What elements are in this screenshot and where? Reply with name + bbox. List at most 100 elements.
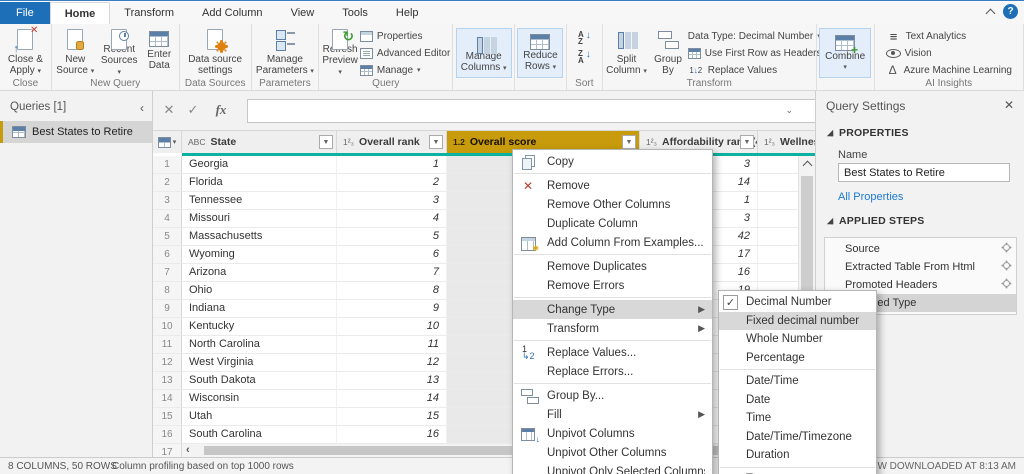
row-number-cell[interactable]: 1 [153,156,182,174]
state-cell[interactable]: West Virginia [182,354,337,372]
state-cell[interactable]: Arizona [182,264,337,282]
context-menu-item[interactable]: Transform ▶ [513,319,712,338]
context-menu-item[interactable]: Remove Duplicates ▶ [513,257,712,276]
row-number-cell[interactable]: 3 [153,192,182,210]
row-number-cell[interactable]: 7 [153,264,182,282]
type-option[interactable]: ✓ Duration [719,446,876,465]
scroll-left-icon[interactable]: ‹ [186,444,190,457]
advanced-editor-button[interactable]: Advanced Editor [360,46,450,60]
data-type-button[interactable]: Data Type: Decimal Number ▾ [688,29,814,43]
vision-button[interactable]: Vision [886,46,1012,60]
state-cell[interactable]: Tennessee [182,192,337,210]
status-profiling[interactable]: Column profiling based on top 1000 rows [112,461,294,472]
type-option[interactable]: ✓ Date/Time [719,372,876,391]
row-number-cell[interactable]: 5 [153,228,182,246]
cancel-formula-button[interactable]: ✕ [159,102,179,118]
type-option[interactable]: ✓ Text [719,470,876,474]
context-menu-item[interactable]: Group By... ▶ [513,386,712,405]
group-by-button[interactable]: Group By [649,26,687,78]
filter-dropdown-icon[interactable]: ▼ [429,135,443,149]
row-number-cell[interactable]: 17 [153,444,182,457]
row-number-cell[interactable]: 10 [153,318,182,336]
applied-step[interactable]: Extracted Table From Html [825,258,1016,276]
row-number-cell[interactable]: 6 [153,246,182,264]
row-number-cell[interactable]: 2 [153,174,182,192]
filter-dropdown-icon[interactable]: ▼ [622,135,636,149]
properties-button[interactable]: Properties [360,29,450,43]
manage-parameters-button[interactable]: Manage Parameters ▾ [255,26,315,78]
column-header-state[interactable]: ABCState ▼ [182,131,337,153]
overall-rank-cell[interactable]: 15 [337,408,447,426]
refresh-preview-button[interactable]: Refresh Preview ▾ [321,26,359,78]
tab-view[interactable]: View [277,2,329,24]
overall-rank-cell[interactable]: 6 [337,246,447,264]
row-number-cell[interactable]: 16 [153,426,182,444]
overall-rank-cell[interactable]: 10 [337,318,447,336]
row-number-cell[interactable]: 15 [153,408,182,426]
state-cell[interactable]: North Carolina [182,336,337,354]
row-number-cell[interactable]: 12 [153,354,182,372]
state-cell[interactable]: South Carolina [182,426,337,444]
tab-add-column[interactable]: Add Column [188,2,277,24]
type-option[interactable]: ✓ Whole Number [719,330,876,349]
overall-rank-cell[interactable]: 7 [337,264,447,282]
context-menu-item[interactable]: Remove ▶ [513,176,712,195]
state-cell[interactable]: Wyoming [182,246,337,264]
properties-section-header[interactable]: PROPERTIES [826,127,909,139]
azure-ml-button[interactable]: ΔAzure Machine Learning [886,63,1012,77]
use-first-row-as-headers-button[interactable]: Use First Row as Headers ▾ [688,46,814,60]
manage-columns-button[interactable]: Manage Columns ▾ [456,28,512,78]
state-cell[interactable]: Kentucky [182,318,337,336]
query-item-best-states-to-retire[interactable]: Best States to Retire [0,121,152,143]
row-number-cell[interactable]: 8 [153,282,182,300]
context-menu-item[interactable]: Replace Errors... ▶ [513,362,712,381]
state-cell[interactable]: South Dakota [182,372,337,390]
context-menu-item[interactable]: Remove Errors ▶ [513,276,712,295]
step-settings-gear-icon[interactable] [1003,280,1010,287]
overall-rank-cell[interactable]: 3 [337,192,447,210]
context-menu-item[interactable]: Fill ▶ [513,405,712,424]
close-panel-icon[interactable]: ✕ [1004,98,1014,112]
commit-formula-button[interactable]: ✓ [183,102,203,118]
overall-rank-cell[interactable]: 12 [337,354,447,372]
overall-rank-cell[interactable]: 14 [337,390,447,408]
type-option[interactable]: ✓ Date [719,391,876,410]
context-menu-item[interactable]: Add Column From Examples... ▶ [513,233,712,252]
all-properties-link[interactable]: All Properties [838,191,903,203]
context-menu-item[interactable]: Duplicate Column ▶ [513,214,712,233]
overall-rank-cell[interactable]: 16 [337,426,447,444]
filter-dropdown-icon[interactable]: ▼ [740,135,754,149]
overall-rank-cell[interactable]: 5 [337,228,447,246]
type-option[interactable]: ✓ Decimal Number [719,293,876,312]
state-cell[interactable]: Georgia [182,156,337,174]
context-menu-item[interactable]: Replace Values... ▶ [513,343,712,362]
state-cell[interactable]: Ohio [182,282,337,300]
row-number-cell[interactable]: 14 [153,390,182,408]
sort-ascending-button[interactable]: AZ↓ [578,31,591,45]
sort-descending-button[interactable]: ZA↓ [578,50,591,64]
combine-button[interactable]: Combine ▾ [819,28,871,78]
state-cell[interactable]: Florida [182,174,337,192]
column-header-wellness[interactable]: 1²₃Wellness [758,131,815,153]
overall-rank-cell[interactable]: 13 [337,372,447,390]
scroll-up-icon[interactable] [799,156,815,172]
context-menu-item[interactable]: Unpivot Other Columns ▶ [513,443,712,462]
recent-sources-button[interactable]: Recent Sources ▾ [98,26,141,78]
overall-rank-cell[interactable]: 2 [337,174,447,192]
context-menu-item[interactable]: Unpivot Only Selected Columns ▶ [513,462,712,474]
type-option[interactable]: ✓ Date/Time/Timezone [719,428,876,447]
overall-rank-cell[interactable]: 9 [337,300,447,318]
row-number-cell[interactable]: 13 [153,372,182,390]
row-number-cell[interactable]: 4 [153,210,182,228]
overall-rank-cell[interactable]: 1 [337,156,447,174]
help-icon[interactable]: ? [1003,4,1018,19]
state-cell[interactable]: Missouri [182,210,337,228]
row-number-cell[interactable]: 11 [153,336,182,354]
type-option[interactable]: ✓ Fixed decimal number [719,312,876,331]
column-header-overall-rank[interactable]: 1²₃Overall rank ▼ [337,131,447,153]
manage-button[interactable]: Manage ▾ [360,63,450,77]
row-number-cell[interactable]: 9 [153,300,182,318]
state-cell[interactable]: Indiana [182,300,337,318]
filter-dropdown-icon[interactable]: ▼ [319,135,333,149]
replace-values-button[interactable]: 1↓2Replace Values [688,63,814,77]
